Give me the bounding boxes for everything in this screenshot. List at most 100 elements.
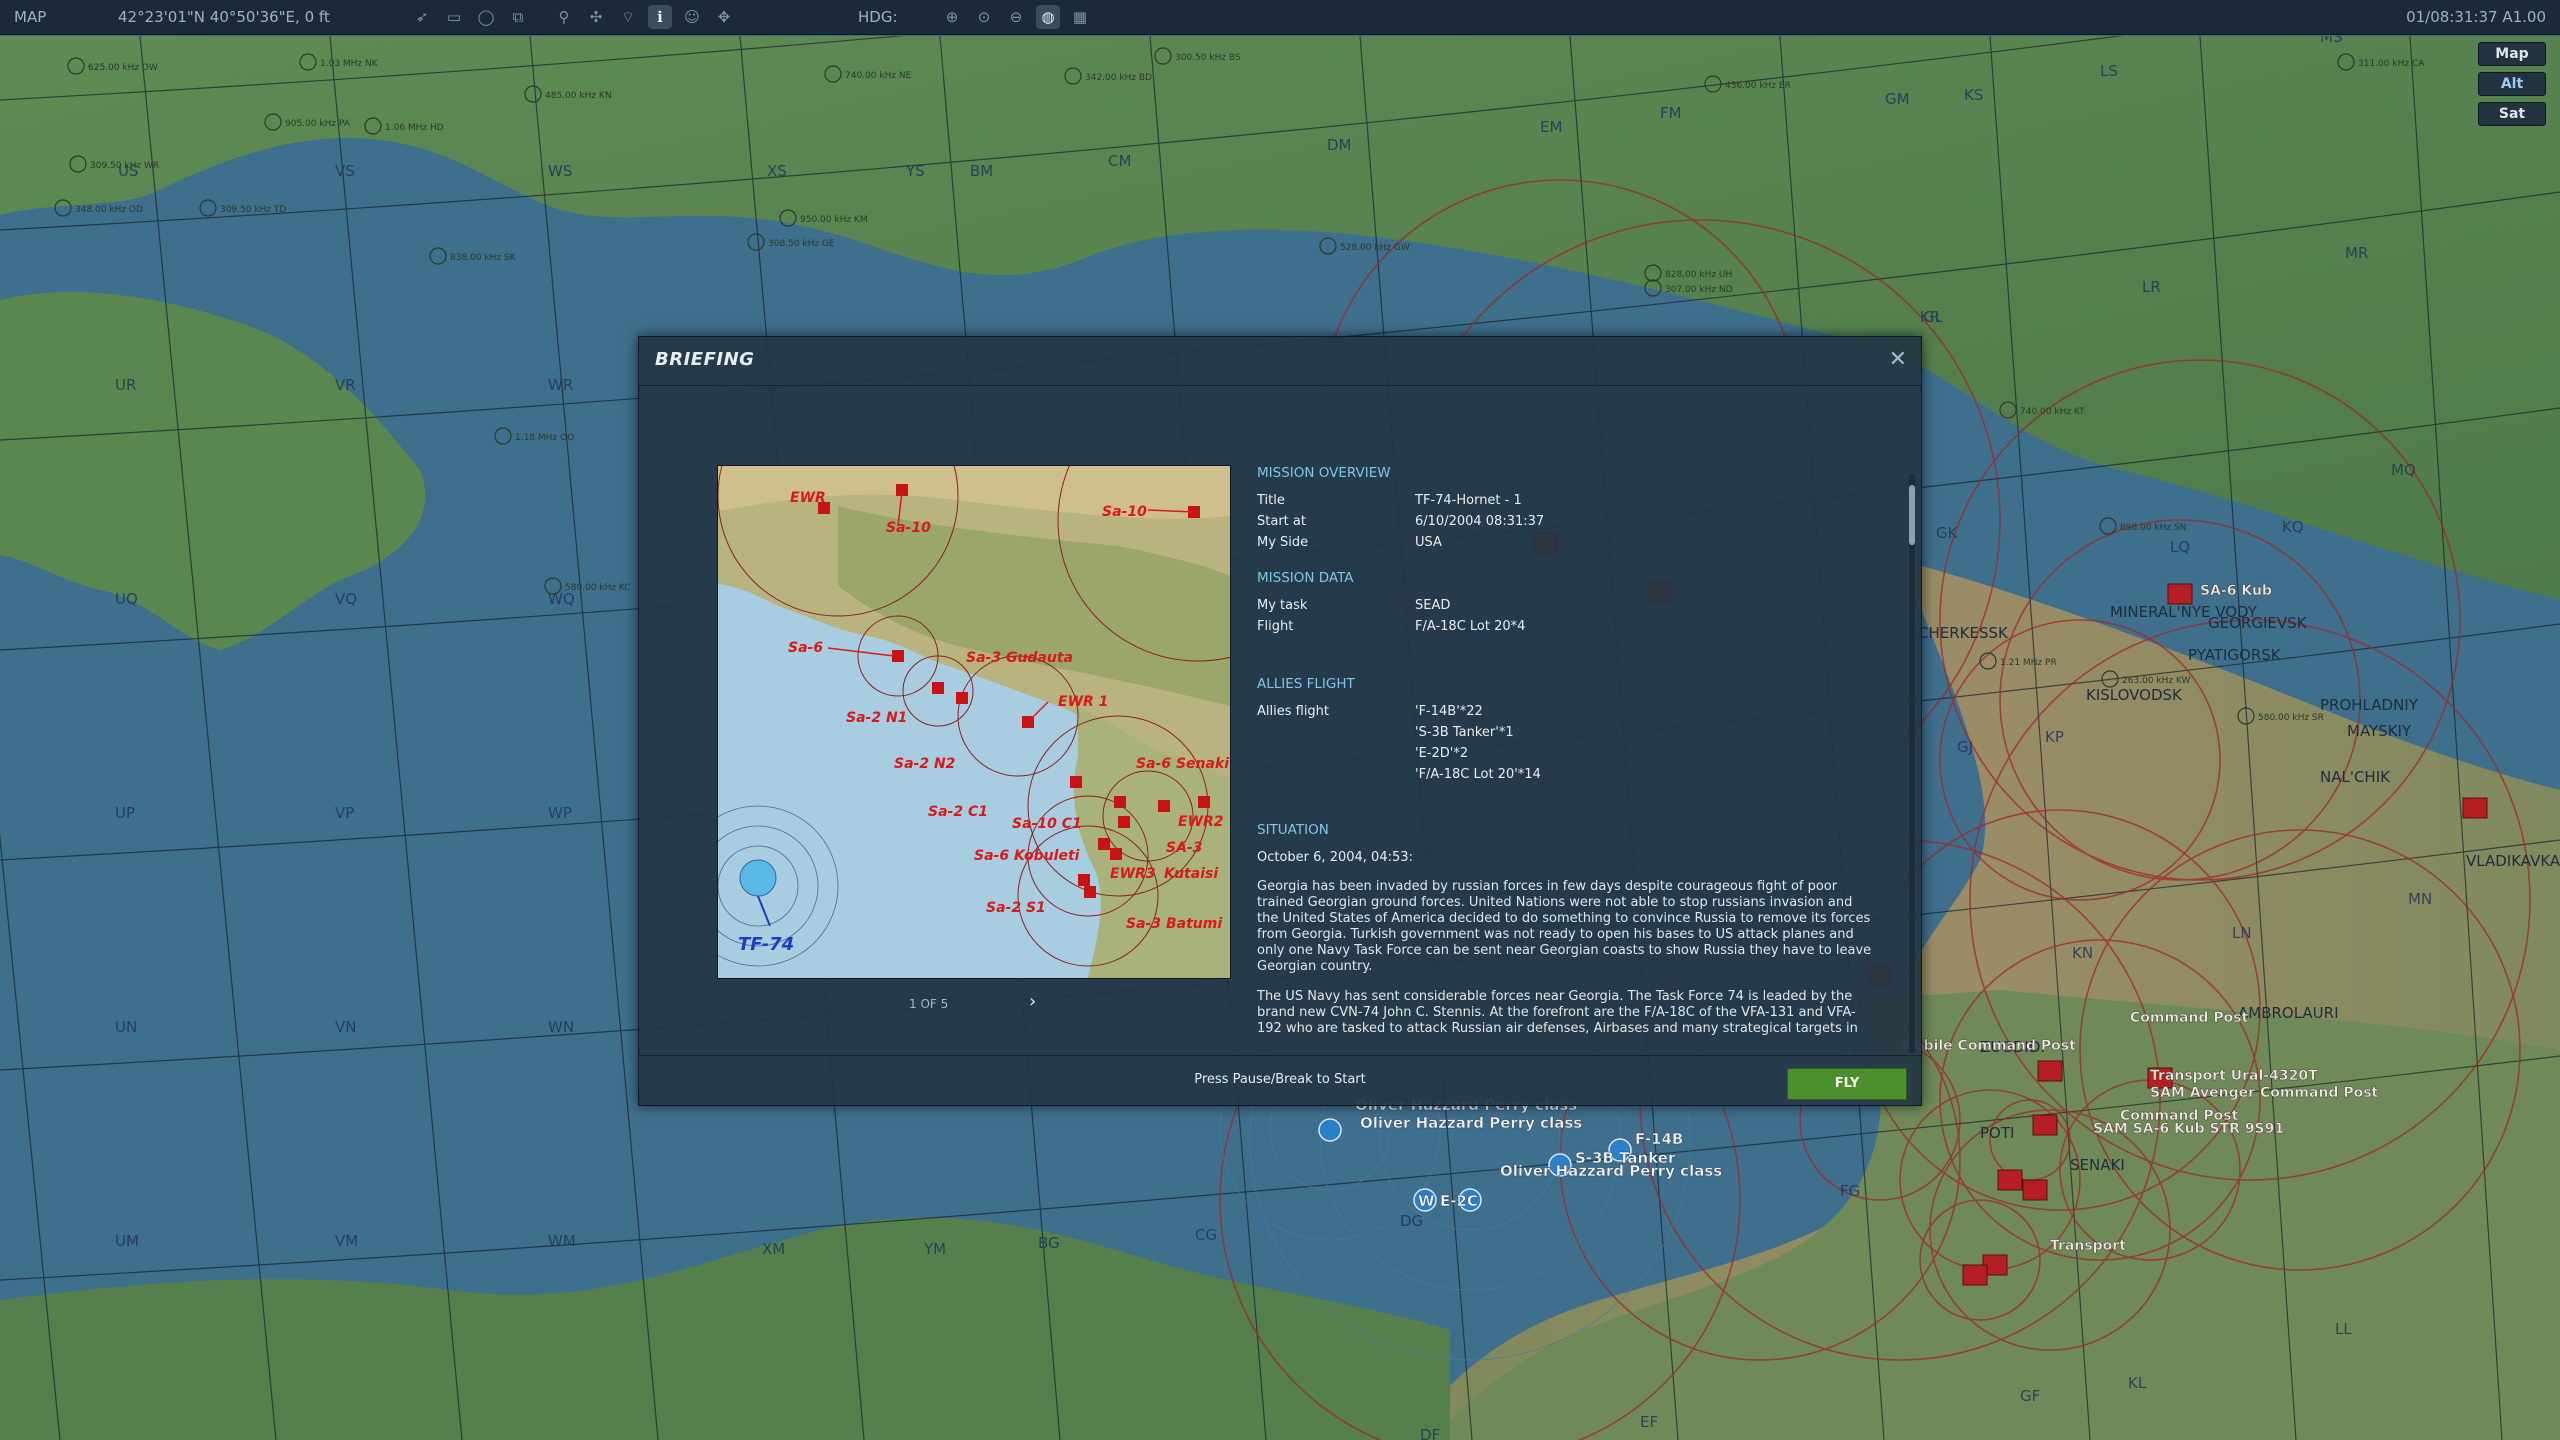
unit-label: Transport: [2050, 1238, 2126, 1254]
town-label: SENAKI: [2070, 1156, 2125, 1174]
layers-icon[interactable]: ⧉: [506, 5, 530, 29]
preview-label: Sa-6 Senaki: [1136, 756, 1229, 772]
chat-icon[interactable]: ☺: [680, 5, 704, 29]
friendly-unit: [1318, 1118, 1342, 1142]
enemy-unit: [2022, 1179, 2048, 1201]
grid-label: VN: [335, 1018, 356, 1036]
unit-label: Transport Ural-4320T: [2150, 1068, 2318, 1084]
situation-paragraph: Georgia has been invaded by russian forc…: [1257, 879, 1872, 974]
preview-label: Sa-10: [886, 520, 931, 536]
route-icon[interactable]: ✥: [712, 5, 736, 29]
unit-label: SAM Avenger Command Post: [2150, 1085, 2379, 1101]
beacon-label: 308.50 kHz GE: [768, 239, 835, 249]
town-label: PROHLADNIY: [2320, 696, 2419, 714]
beacon-label: 528.00 kHz GW: [1340, 243, 1410, 253]
grid-label: UM: [115, 1232, 139, 1250]
grid-label: EM: [1540, 118, 1562, 136]
enemy-unit: [2032, 1114, 2058, 1136]
filter-icon[interactable]: ⚲: [552, 5, 576, 29]
target-icon[interactable]: ➶: [410, 5, 434, 29]
zoom-fit-icon[interactable]: ⊙: [972, 5, 996, 29]
situation-date: October 6, 2004, 04:53:: [1257, 850, 1413, 865]
grid-label: YS: [905, 162, 925, 180]
ruler-icon[interactable]: ◯: [474, 5, 498, 29]
beacon-label: 838.00 kHz SK: [450, 253, 517, 263]
wifi-icon[interactable]: ⌔: [616, 5, 640, 29]
list-item: 'F-14B'*22: [1415, 704, 1483, 719]
briefing-dialog: BRIEFING ✕ EWR Sa-10 Sa-10 Sa-6 Sa-3 Gud…: [638, 336, 1922, 1106]
grid-label: GJ: [1957, 738, 1973, 756]
fly-button[interactable]: FLY: [1787, 1068, 1907, 1100]
layer-map-button[interactable]: Map: [2478, 42, 2546, 66]
beacon-label: 311.00 kHz CA: [2358, 59, 2425, 69]
beacon-label: 740.00 kHz NE: [845, 71, 912, 81]
grid-label: WR: [548, 376, 573, 394]
beacon-label: 307.00 kHz ND: [1665, 285, 1733, 295]
mission-time: 01/08:31:37 A1.00: [2406, 8, 2546, 26]
grid-label: DM: [1327, 136, 1352, 154]
page-indicator: 1 OF 5: [909, 997, 949, 1011]
grid-label: GM: [1885, 90, 1910, 108]
chevron-right-icon[interactable]: ›: [1029, 991, 1036, 1012]
globe-icon[interactable]: ◍: [1036, 5, 1060, 29]
enemy-unit: [2462, 797, 2488, 819]
info-icon[interactable]: ℹ: [648, 5, 672, 29]
beacon-label: 485.00 kHz KN: [545, 91, 612, 101]
beacon-label: 1.21 MHz PR: [2000, 658, 2057, 668]
beacon-label: 309.50 kHz WR: [90, 161, 159, 171]
grid-label: UQ: [115, 590, 138, 608]
grid-icon[interactable]: ▦: [1068, 5, 1092, 29]
zoom-out-icon[interactable]: ⊖: [1004, 5, 1028, 29]
beacon-label: 580.00 kHz KC: [565, 583, 631, 593]
unit-label: Mobile Command Post: [1900, 1038, 2076, 1054]
preview-label: Sa-2 N2: [894, 756, 955, 772]
preview-label: Kutaisi: [1164, 866, 1218, 882]
section-heading: MISSION DATA: [1257, 570, 1354, 586]
grid-label: MN: [2408, 890, 2432, 908]
info-row: Flight F/A-18C Lot 20*4: [1257, 619, 1526, 634]
preview-label: Sa-6 Kobuleti: [974, 848, 1080, 864]
allies-list: 'F-14B'*22 'S-3B Tanker'*1 'E-2D'*2 'F/A…: [1415, 704, 1877, 788]
grid-label: LL: [2335, 1320, 2352, 1338]
preview-label: EWR3: [1110, 866, 1156, 882]
briefing-content: MISSION OVERVIEW Title TF-74-Hornet - 1 S…: [1257, 465, 1877, 1035]
preview-label: Sa-3 Batumi: [1126, 916, 1222, 932]
beacon-label: 898.00 kHz SN: [2120, 523, 2186, 533]
town-label: AMBROLAURI: [2238, 1004, 2339, 1022]
town-label: KISLOVODSK: [2086, 686, 2183, 704]
grid-label: VQ: [335, 590, 357, 608]
zoom-in-icon[interactable]: ⊕: [940, 5, 964, 29]
preview-label: EWR: [790, 490, 826, 506]
grid-label: KQ: [2282, 518, 2304, 536]
preview-label: Sa-2 C1: [928, 804, 988, 820]
beacon-label: 580.00 kHz SR: [2258, 713, 2324, 723]
dialog-title: BRIEFING: [655, 349, 755, 370]
grid-label: WS: [548, 162, 572, 180]
cursor-coordinates: 42°23'01"N 40°50'36"E, 0 ft: [118, 8, 330, 26]
preview-label: SA-3: [1166, 840, 1202, 856]
beacon-label: 309.50 kHz TD: [220, 205, 286, 215]
beacon-label: 625.00 kHz DW: [88, 63, 158, 73]
layer-sat-button[interactable]: Sat: [2478, 102, 2546, 126]
preview-label: Sa-2 S1: [986, 900, 1046, 916]
beacon-label: 1.18 MHz OO: [515, 433, 574, 443]
close-icon[interactable]: ✕: [1889, 347, 1907, 372]
section-heading: ALLIES FLIGHT: [1257, 676, 1355, 692]
layer-alt-button[interactable]: Alt: [2478, 72, 2546, 96]
scrollbar-thumb[interactable]: [1909, 485, 1915, 545]
enemy-unit: [2167, 583, 2193, 605]
grid-label: GL: [1923, 308, 1944, 326]
grid-label: UR: [115, 376, 136, 394]
grid-label: CM: [1108, 152, 1131, 170]
grid-label: LR: [2142, 278, 2161, 296]
grid-label: MQ: [2391, 461, 2416, 479]
film-icon[interactable]: ▭: [442, 5, 466, 29]
beacon-label: 950.00 kHz KM: [800, 215, 868, 225]
mode-label: MAP: [14, 8, 47, 26]
grid-label: KL: [2128, 1374, 2147, 1392]
crosshair-icon[interactable]: ✣: [584, 5, 608, 29]
top-toolbar: MAP 42°23'01"N 40°50'36"E, 0 ft ➶ ▭ ◯ ⧉ …: [0, 0, 2560, 35]
grid-label: LQ: [2170, 538, 2190, 556]
grid-label: LN: [2232, 924, 2252, 942]
content-scrollbar[interactable]: [1909, 475, 1915, 1053]
